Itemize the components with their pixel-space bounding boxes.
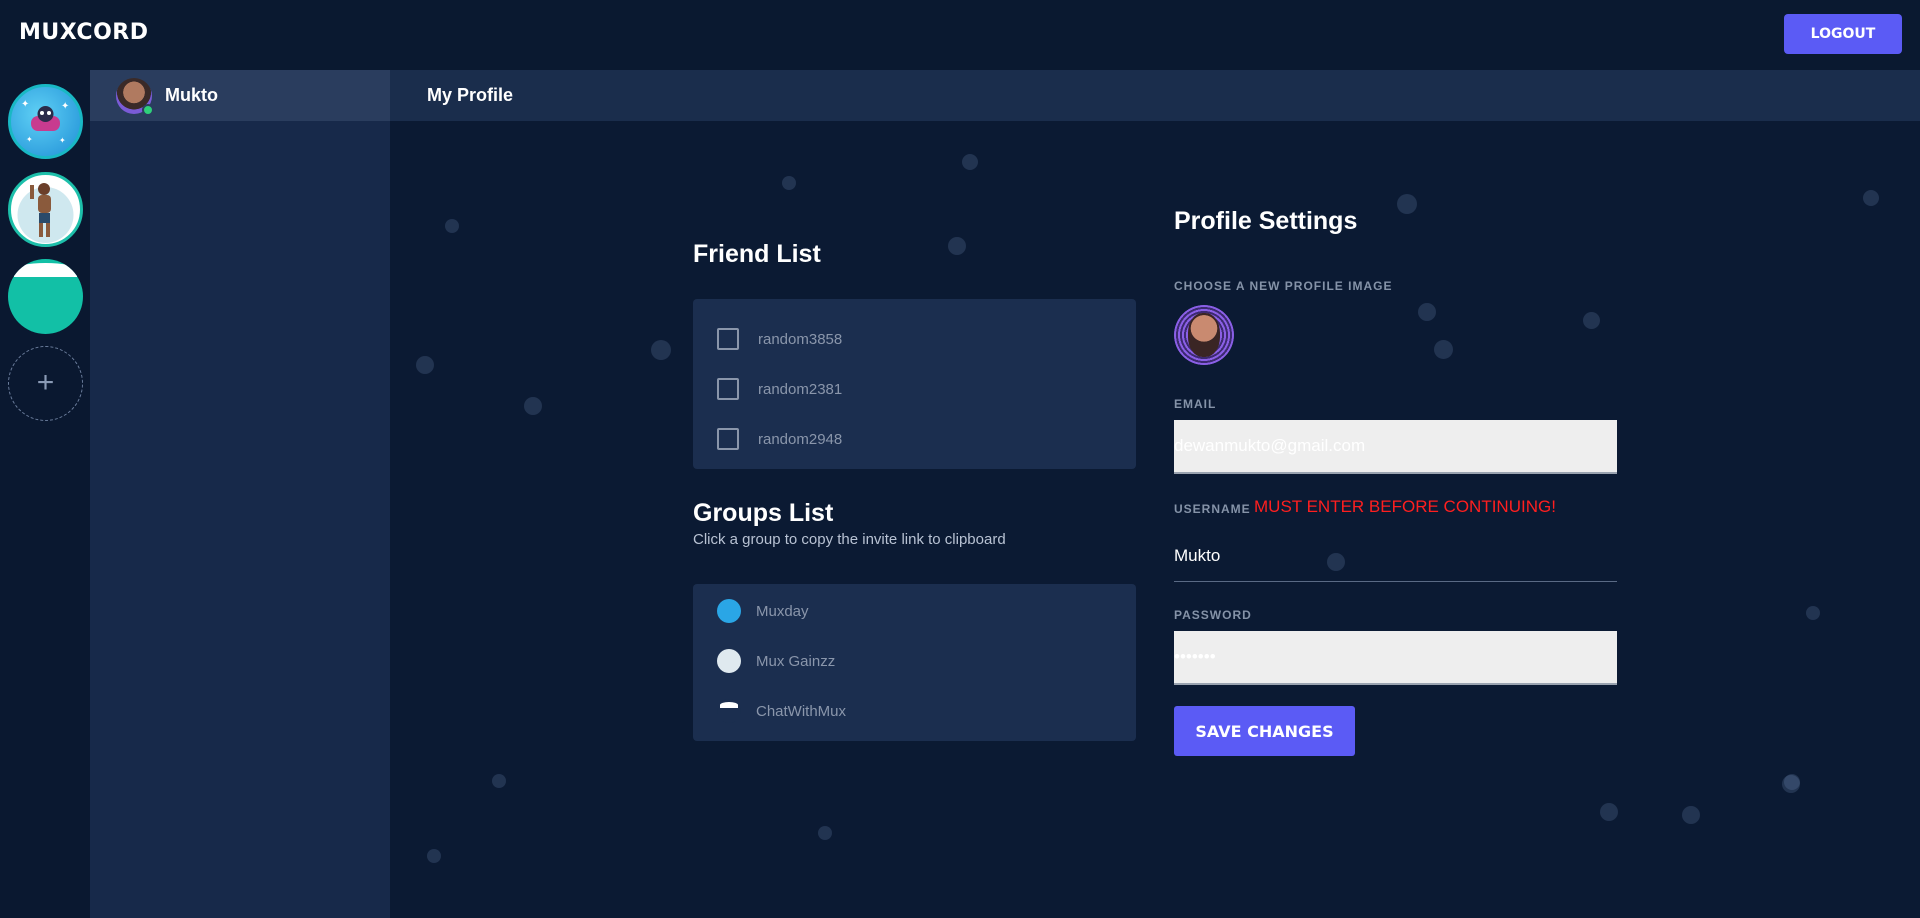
game-controller-icon: ✦ ✦ ✦ ✦	[21, 99, 69, 145]
group-name: ChatWithMux	[756, 702, 847, 720]
group-item-mux-gainzz[interactable]: Mux Gainzz	[717, 649, 835, 673]
friend-checkbox[interactable]	[717, 428, 739, 450]
save-changes-button[interactable]: SAVE CHANGES	[1174, 706, 1355, 756]
svg-text:✦: ✦	[26, 135, 33, 144]
friend-checkbox[interactable]	[717, 328, 739, 350]
groups-list-subtitle: Click a group to copy the invite link to…	[693, 531, 1006, 548]
game-controller-icon	[717, 599, 741, 623]
server-muxday[interactable]: ✦ ✦ ✦ ✦	[8, 84, 83, 159]
friend-item[interactable]: random3858	[717, 328, 842, 350]
bodybuilder-icon	[17, 183, 74, 243]
svg-text:✦: ✦	[59, 136, 66, 145]
password-label: PASSWORD	[1174, 608, 1252, 622]
group-name: Mux Gainzz	[756, 652, 836, 670]
friend-checkbox[interactable]	[717, 378, 739, 400]
email-label: EMAIL	[1174, 397, 1217, 411]
svg-text:✦: ✦	[61, 101, 69, 112]
add-server-button[interactable]: +	[8, 346, 83, 421]
user-name: Mukto	[165, 85, 218, 105]
username-error: MUST ENTER BEFORE CONTINUING!	[1254, 497, 1556, 516]
profile-settings-title: Profile Settings	[1174, 207, 1358, 235]
friend-name: random3858	[758, 330, 843, 348]
group-name: Muxday	[756, 602, 809, 620]
top-bar: MUXCORD LOGOUT	[0, 0, 1920, 70]
channel-sidebar	[90, 70, 390, 918]
app-logo: MUXCORD	[19, 20, 149, 45]
password-field[interactable]	[1174, 631, 1617, 685]
groups-list-title: Groups List	[693, 499, 834, 527]
friend-list-panel: random3858 random2381 random2948	[693, 299, 1136, 469]
username-label: USERNAME	[1174, 502, 1251, 516]
user-panel: Mukto	[90, 70, 390, 121]
teal-circle-icon	[717, 699, 741, 723]
profile-image-label: CHOOSE A NEW PROFILE IMAGE	[1174, 279, 1393, 293]
svg-text:✦: ✦	[21, 99, 29, 110]
friend-name: random2381	[758, 380, 843, 398]
friend-list-title: Friend List	[693, 240, 821, 268]
friend-item[interactable]: random2381	[717, 378, 842, 400]
server-mux-gainzz[interactable]	[8, 172, 83, 247]
bodybuilder-icon	[717, 649, 741, 673]
page-title: My Profile	[427, 85, 514, 105]
username-field[interactable]	[1174, 530, 1617, 582]
server-chatwithmux[interactable]	[8, 259, 83, 334]
friend-item[interactable]: random2948	[717, 428, 842, 450]
logout-button[interactable]: LOGOUT	[1784, 14, 1902, 54]
header-bar: My Profile	[390, 70, 1920, 121]
groups-list-panel: Muxday Mux Gainzz ChatWithMux	[693, 584, 1136, 741]
group-item-muxday[interactable]: Muxday	[717, 599, 809, 623]
email-field[interactable]	[1174, 420, 1617, 474]
profile-image-picker[interactable]	[1174, 305, 1234, 365]
avatar	[1188, 313, 1220, 357]
group-item-chatwithmux[interactable]: ChatWithMux	[717, 699, 846, 723]
online-status-icon	[142, 104, 154, 116]
friend-name: random2948	[758, 430, 843, 448]
